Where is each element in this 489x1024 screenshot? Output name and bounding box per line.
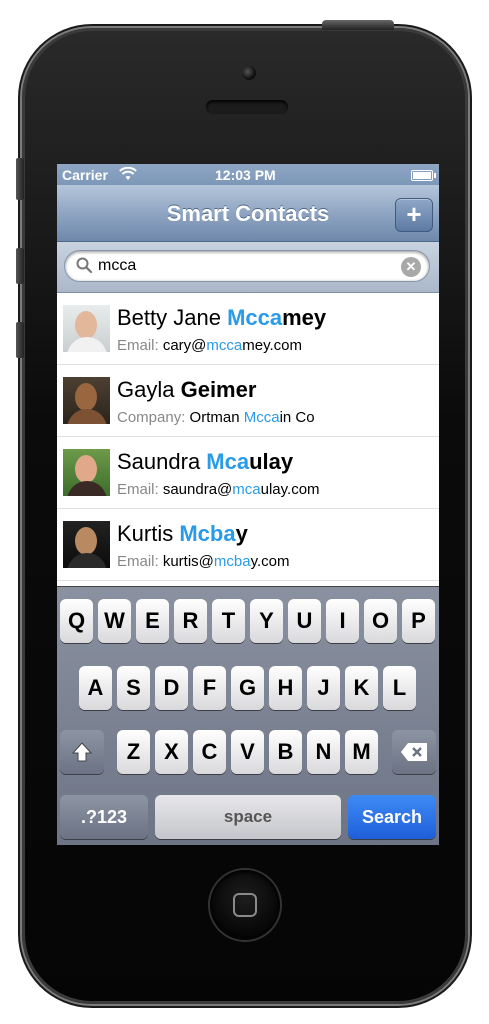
key-v[interactable]: V bbox=[231, 730, 264, 774]
delete-key[interactable] bbox=[392, 730, 436, 774]
key-i[interactable]: I bbox=[326, 599, 359, 643]
key-c[interactable]: C bbox=[193, 730, 226, 774]
key-y[interactable]: Y bbox=[250, 599, 283, 643]
key-a[interactable]: A bbox=[79, 666, 112, 710]
key-l[interactable]: L bbox=[383, 666, 416, 710]
key-f[interactable]: F bbox=[193, 666, 226, 710]
key-r[interactable]: R bbox=[174, 599, 207, 643]
page-title: Smart Contacts bbox=[166, 201, 330, 226]
key-t[interactable]: T bbox=[212, 599, 245, 643]
carrier-label: Carrier bbox=[62, 167, 108, 183]
key-j[interactable]: J bbox=[307, 666, 340, 710]
contact-detail: Email: saundra@mcaulay.com bbox=[117, 481, 320, 498]
search-input[interactable] bbox=[98, 255, 388, 277]
avatar bbox=[63, 305, 110, 352]
list-item[interactable]: Saundra Mcaulay Email: saundra@mcaulay.c… bbox=[57, 437, 439, 509]
contact-detail: Email: kurtis@mcbay.com bbox=[117, 553, 290, 570]
key-b[interactable]: B bbox=[269, 730, 302, 774]
search-icon bbox=[76, 257, 93, 278]
space-key[interactable]: space bbox=[155, 795, 341, 839]
key-e[interactable]: E bbox=[136, 599, 169, 643]
key-o[interactable]: O bbox=[364, 599, 397, 643]
avatar bbox=[63, 377, 110, 424]
status-bar: Carrier 12:03 PM bbox=[57, 164, 439, 185]
key-w[interactable]: W bbox=[98, 599, 131, 643]
battery-icon bbox=[411, 170, 436, 181]
key-z[interactable]: Z bbox=[117, 730, 150, 774]
list-item[interactable]: Betty Jane Mccamey Email: cary@mccamey.c… bbox=[57, 293, 439, 365]
key-u[interactable]: U bbox=[288, 599, 321, 643]
contact-name: Gayla Geimer bbox=[117, 377, 257, 402]
home-button[interactable] bbox=[210, 870, 280, 940]
clock: 12:03 PM bbox=[215, 167, 276, 183]
app-screen: Carrier 12:03 PM Smart Contacts + ✕ Bett… bbox=[57, 164, 439, 845]
contact-name: Betty Jane Mccamey bbox=[117, 305, 327, 330]
key-p[interactable]: P bbox=[402, 599, 435, 643]
key-d[interactable]: D bbox=[155, 666, 188, 710]
key-k[interactable]: K bbox=[345, 666, 378, 710]
shift-key[interactable] bbox=[60, 730, 104, 774]
volume-down-button bbox=[16, 322, 24, 358]
key-x[interactable]: X bbox=[155, 730, 188, 774]
add-contact-button[interactable]: + bbox=[395, 198, 433, 232]
search-bar: ✕ bbox=[57, 242, 439, 293]
contact-name: Saundra Mcaulay bbox=[117, 449, 294, 474]
clear-search-icon[interactable]: ✕ bbox=[401, 257, 421, 277]
power-button bbox=[322, 20, 394, 30]
search-key[interactable]: Search bbox=[348, 795, 436, 839]
contact-detail: Company: Ortman Mccain Co bbox=[117, 409, 315, 426]
key-n[interactable]: N bbox=[307, 730, 340, 774]
key-g[interactable]: G bbox=[231, 666, 264, 710]
volume-up-button bbox=[16, 248, 24, 284]
navigation-bar: Smart Contacts + bbox=[57, 185, 439, 242]
search-field[interactable]: ✕ bbox=[64, 250, 430, 282]
key-q[interactable]: Q bbox=[60, 599, 93, 643]
numbers-key[interactable]: .?123 bbox=[60, 795, 148, 839]
avatar bbox=[63, 521, 110, 568]
key-m[interactable]: M bbox=[345, 730, 378, 774]
earpiece-speaker bbox=[206, 100, 288, 114]
contact-list: Betty Jane Mccamey Email: cary@mccamey.c… bbox=[57, 293, 439, 581]
key-h[interactable]: H bbox=[269, 666, 302, 710]
mute-switch bbox=[16, 158, 24, 200]
home-square-icon bbox=[233, 893, 257, 917]
keyboard: Q W E R T Y U I O P A S D F G H J K L Z … bbox=[57, 586, 439, 845]
list-item[interactable]: Gayla Geimer Company: Ortman Mccain Co bbox=[57, 365, 439, 437]
list-item[interactable]: Kurtis Mcbay Email: kurtis@mcbay.com bbox=[57, 509, 439, 581]
wifi-icon bbox=[119, 166, 137, 184]
front-camera bbox=[242, 66, 256, 80]
contact-detail: Email: cary@mccamey.com bbox=[117, 337, 302, 354]
contact-name: Kurtis Mcbay bbox=[117, 521, 248, 546]
key-s[interactable]: S bbox=[117, 666, 150, 710]
avatar bbox=[63, 449, 110, 496]
